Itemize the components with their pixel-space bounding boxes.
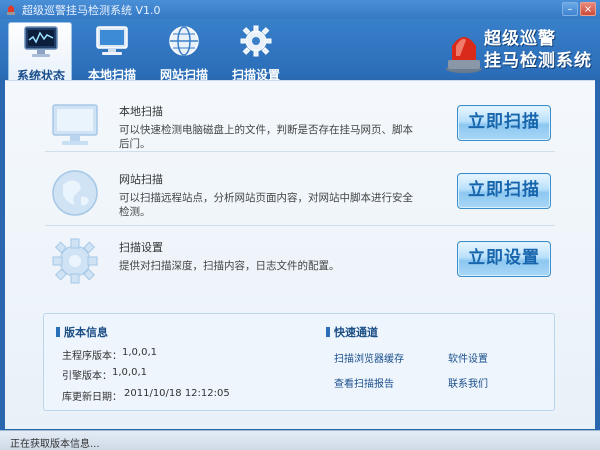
- minimize-button[interactable]: –: [562, 2, 578, 16]
- tab-scan-settings[interactable]: 扫描设置: [224, 22, 288, 82]
- action-row-scan-settings: 扫描设置 提供对扫描深度，扫描内容，日志文件的配置。 立即设置: [5, 233, 595, 303]
- action-title: 网站扫描: [119, 173, 163, 186]
- bullet-marker: [56, 327, 60, 337]
- status-bar: 正在获取版本信息...: [0, 430, 600, 450]
- monitor-icon: [52, 104, 98, 145]
- action-row-local-scan: 本地扫描 可以快速检测电脑磁盘上的文件，判断是否存在挂马网页、脚本后门。 立即扫…: [5, 97, 595, 167]
- main-version-value: 1,0,0,1: [122, 347, 157, 358]
- action-desc: 可以快速检测电脑磁盘上的文件，判断是否存在挂马网页、脚本后门。: [119, 124, 413, 150]
- divider: [45, 151, 555, 152]
- siren-app-icon: [7, 5, 15, 15]
- engine-version-label: 引擎版本：: [62, 371, 112, 382]
- status-text: 正在获取版本信息...: [10, 439, 100, 450]
- divider: [45, 225, 555, 226]
- content-panel: 本地扫描 可以快速检测电脑磁盘上的文件，判断是否存在挂马网页、脚本后门。 立即扫…: [5, 80, 595, 429]
- title-bar[interactable]: 超级巡警挂马检测系统 V1.0 – ×: [0, 0, 600, 19]
- action-title: 本地扫描: [119, 105, 163, 118]
- brand-line2: 挂马检测系统: [484, 51, 592, 71]
- version-info-heading-text: 版本信息: [64, 326, 108, 339]
- main-version-label: 主程序版本：: [62, 351, 122, 362]
- gear-icon: [240, 25, 272, 57]
- siren-icon: [446, 37, 482, 73]
- brand-logo: 超级巡警 挂马检测系统: [444, 22, 596, 78]
- computer-icon: [96, 26, 128, 55]
- app-window: 超级巡警挂马检测系统 V1.0 – × 系统状态 本地扫描 网站扫描 扫描设置 …: [0, 0, 600, 450]
- monitor-chart-icon: [24, 26, 58, 57]
- software-settings-link[interactable]: 软件设置: [448, 350, 488, 365]
- window-title: 超级巡警挂马检测系统 V1.0: [22, 4, 161, 17]
- version-info-heading: 版本信息: [56, 324, 108, 340]
- quick-links-heading-text: 快速通道: [334, 326, 378, 339]
- gear-icon: [52, 238, 98, 284]
- action-title: 扫描设置: [119, 241, 163, 254]
- db-update-value: 2011/10/18 12:12:05: [124, 388, 230, 399]
- bullet-marker: [326, 327, 330, 337]
- quick-links-heading: 快速通道: [326, 324, 378, 340]
- engine-version-value: 1,0,0,1: [112, 367, 147, 378]
- globe-icon: [52, 170, 98, 216]
- tab-system-status[interactable]: 系统状态: [8, 22, 72, 83]
- db-update-label: 库更新日期：: [62, 392, 122, 403]
- tab-web-scan[interactable]: 网站扫描: [152, 22, 216, 82]
- clear-browser-cache-link[interactable]: 扫描浏览器缓存: [334, 350, 404, 365]
- globe-icon: [169, 26, 199, 56]
- settings-now-button[interactable]: 立即设置: [457, 241, 551, 277]
- action-desc: 可以扫描远程站点，分析网站页面内容，对网站中脚本进行安全检测。: [119, 192, 413, 218]
- scan-now-button[interactable]: 立即扫描: [457, 105, 551, 141]
- close-button[interactable]: ×: [580, 2, 596, 16]
- scan-now-button[interactable]: 立即扫描: [457, 173, 551, 209]
- info-panel: 版本信息 主程序版本： 1,0,0,1 引擎版本： 1,0,0,1 库更新日期：…: [43, 313, 555, 411]
- action-desc: 提供对扫描深度，扫描内容，日志文件的配置。: [119, 260, 340, 272]
- contact-us-link[interactable]: 联系我们: [448, 375, 488, 390]
- view-scan-report-link[interactable]: 查看扫描报告: [334, 375, 394, 390]
- tab-local-scan[interactable]: 本地扫描: [80, 22, 144, 82]
